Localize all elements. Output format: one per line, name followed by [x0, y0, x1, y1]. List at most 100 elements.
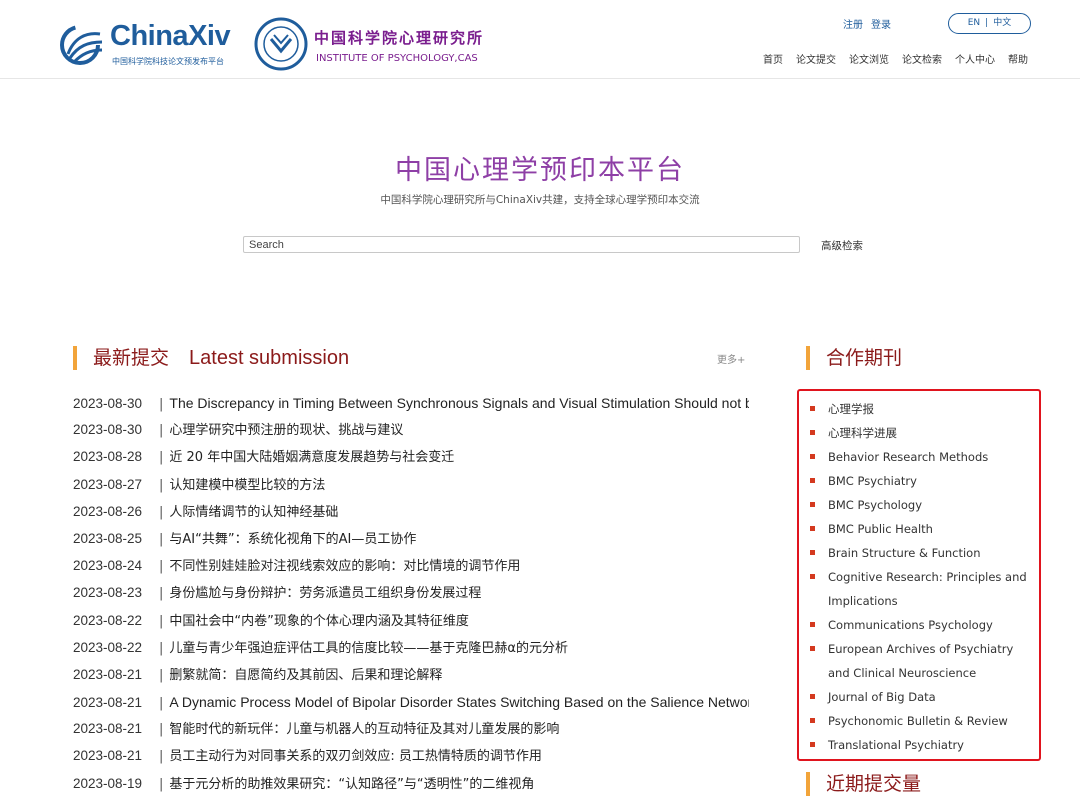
partner-journal-item[interactable]: Journal of Big Data — [808, 685, 1033, 709]
chinaxiv-wordmark: ChinaXiv — [110, 20, 231, 53]
search-input[interactable]: Search — [243, 236, 800, 253]
separator: | — [159, 531, 164, 547]
submission-date: 2023-08-21 — [73, 695, 143, 711]
register-link[interactable]: 注册 — [843, 20, 863, 31]
more-link[interactable]: 更多+ — [717, 351, 745, 366]
journal-name[interactable]: European Archives of Psychiatry and Clin… — [828, 642, 1013, 680]
list-item[interactable]: 2023-08-25 | 与AI“共舞”：系统化视角下的AI—员工协作 — [73, 530, 749, 557]
journal-name[interactable]: Translational Psychiatry — [828, 738, 964, 752]
list-item[interactable]: 2023-08-21 | 删繁就简：自愿简约及其前因、后果和理论解释 — [73, 666, 749, 693]
partner-journal-item[interactable]: BMC Psychology — [808, 493, 1033, 517]
nav-browse[interactable]: 论文浏览 — [849, 55, 889, 66]
partner-journal-item[interactable]: BMC Psychiatry — [808, 469, 1033, 493]
submission-title[interactable]: 身份尴尬与身份辩护：劳务派遣员工组织身份发展过程 — [169, 586, 481, 601]
separator: | — [159, 504, 164, 520]
submission-date: 2023-08-22 — [73, 639, 143, 655]
separator: | — [159, 559, 164, 575]
latest-title-cn: 最新提交 — [93, 347, 170, 369]
separator: | — [159, 613, 164, 629]
partner-journal-item[interactable]: Behavior Research Methods — [808, 445, 1033, 469]
journal-name[interactable]: Psychonomic Bulletin & Review — [828, 714, 1008, 728]
submission-date: 2023-08-24 — [73, 558, 143, 574]
partner-journal-item[interactable]: Brain Structure & Function — [808, 541, 1033, 565]
submission-title[interactable]: 与AI“共舞”：系统化视角下的AI—员工协作 — [169, 532, 416, 547]
journal-name[interactable]: BMC Public Health — [828, 522, 933, 536]
journal-name[interactable]: Brain Structure & Function — [828, 546, 981, 560]
submission-date: 2023-08-26 — [73, 503, 143, 519]
list-item[interactable]: 2023-08-27 | 认知建模中模型比较的方法 — [73, 476, 749, 503]
submission-title[interactable]: 认知建模中模型比较的方法 — [169, 478, 325, 493]
partner-journal-list: 心理学报 心理科学进展 Behavior Research Methods BM… — [808, 397, 1033, 757]
submission-date: 2023-08-22 — [73, 612, 143, 628]
submission-title[interactable]: 删繁就简：自愿简约及其前因、后果和理论解释 — [169, 668, 442, 683]
chinaxiv-logo[interactable]: ChinaXiv 中国科学院科技论文预发布平台 — [60, 20, 240, 70]
list-item[interactable]: 2023-08-30 | 心理学研究中预注册的现状、挑战与建议 — [73, 421, 749, 448]
partner-journals-heading: 合作期刊 — [806, 346, 902, 370]
institute-seal-icon — [254, 17, 308, 71]
submission-title[interactable]: 心理学研究中预注册的现状、挑战与建议 — [169, 423, 403, 438]
nav-search[interactable]: 论文检索 — [902, 55, 942, 66]
separator: | — [159, 667, 164, 683]
submission-title[interactable]: 中国社会中“内卷”现象的个体心理内涵及其特征维度 — [169, 614, 468, 629]
institute-name-cn: 中国科学院心理研究所 — [314, 29, 485, 47]
nav-home[interactable]: 首页 — [763, 55, 783, 66]
language-switch[interactable]: EN | 中文 — [948, 13, 1031, 34]
lang-separator: | — [985, 18, 989, 28]
nav-help[interactable]: 帮助 — [1008, 55, 1028, 66]
journal-name[interactable]: BMC Psychology — [828, 498, 922, 512]
lang-en-option[interactable]: EN — [968, 18, 980, 28]
lang-cn-option[interactable]: 中文 — [993, 18, 1011, 28]
chinaxiv-subtitle: 中国科学院科技论文预发布平台 — [112, 57, 224, 66]
institute-name-en: INSTITUTE OF PSYCHOLOGY,CAS — [316, 53, 478, 64]
submission-title[interactable]: 智能时代的新玩伴：儿童与机器人的互动特征及其对儿童发展的影响 — [169, 722, 559, 737]
institute-logo[interactable]: 中国科学院心理研究所 INSTITUTE OF PSYCHOLOGY,CAS — [254, 17, 494, 75]
partner-journals-box: 心理学报 心理科学进展 Behavior Research Methods BM… — [797, 389, 1041, 761]
partner-journal-item[interactable]: European Archives of Psychiatry and Clin… — [808, 637, 1033, 685]
list-item[interactable]: 2023-08-26 | 人际情绪调节的认知神经基础 — [73, 503, 749, 530]
submission-title[interactable]: The Discrepancy in Timing Between Synchr… — [169, 395, 749, 411]
list-item[interactable]: 2023-08-19 | 基于元分析的助推效果研究：“认知路径”与“透明性”的二维视… — [73, 775, 749, 802]
submission-title[interactable]: 近 20 年中国大陆婚姻满意度发展趋势与社会变迁 — [169, 450, 454, 465]
nav-user-center[interactable]: 个人中心 — [955, 55, 995, 66]
advanced-search-link[interactable]: 高级检索 — [821, 238, 863, 253]
partner-journal-item[interactable]: Communications Psychology — [808, 613, 1033, 637]
submission-title[interactable]: 儿童与青少年强迫症评估工具的信度比较——基于克隆巴赫α的元分析 — [169, 641, 568, 656]
journal-name[interactable]: Cognitive Research: Principles and Impli… — [828, 570, 1027, 608]
list-item[interactable]: 2023-08-30 | The Discrepancy in Timing Bet… — [73, 394, 749, 421]
journal-name[interactable]: Journal of Big Data — [828, 690, 936, 704]
journal-name[interactable]: Communications Psychology — [828, 618, 993, 632]
submission-date: 2023-08-21 — [73, 721, 143, 737]
partner-journal-item[interactable]: 心理学报 — [808, 397, 1033, 421]
submission-title[interactable]: A Dynamic Process Model of Bipolar Disor… — [169, 694, 749, 710]
list-item[interactable]: 2023-08-22 | 儿童与青少年强迫症评估工具的信度比较——基于克隆巴赫α的元… — [73, 639, 749, 666]
journal-name[interactable]: 心理科学进展 — [828, 426, 897, 440]
journal-name[interactable]: Behavior Research Methods — [828, 450, 988, 464]
nav-submit[interactable]: 论文提交 — [796, 55, 836, 66]
partner-journal-item[interactable]: 心理科学进展 — [808, 421, 1033, 445]
journal-name[interactable]: 心理学报 — [828, 402, 874, 416]
partner-journal-item[interactable]: Psychonomic Bulletin & Review — [808, 709, 1033, 733]
partner-journal-item[interactable]: BMC Public Health — [808, 517, 1033, 541]
journal-name[interactable]: BMC Psychiatry — [828, 474, 917, 488]
submission-title[interactable]: 不同性别娃娃脸对注视线索效应的影响：对比情境的调节作用 — [169, 559, 520, 574]
site-header: ChinaXiv 中国科学院科技论文预发布平台 中国科学院心理研究所 INSTI… — [0, 0, 1080, 79]
submission-list: 2023-08-30 | The Discrepancy in Timing Bet… — [73, 394, 749, 802]
list-item[interactable]: 2023-08-23 | 身份尴尬与身份辩护：劳务派遣员工组织身份发展过程 — [73, 584, 749, 611]
partner-journal-item[interactable]: Translational Psychiatry — [808, 733, 1033, 757]
list-item[interactable]: 2023-08-21 | A Dynamic Process Model of Bi… — [73, 693, 749, 720]
submission-title[interactable]: 人际情绪调节的认知神经基础 — [169, 505, 338, 520]
submission-date: 2023-08-21 — [73, 666, 143, 682]
list-item[interactable]: 2023-08-21 | 员工主动行为对同事关系的双刃剑效应: 员工热情特质的调节作… — [73, 747, 749, 774]
latest-title-en: Latest submission — [189, 347, 350, 369]
partner-journal-item[interactable]: Cognitive Research: Principles and Impli… — [808, 565, 1033, 613]
list-item[interactable]: 2023-08-22 | 中国社会中“内卷”现象的个体心理内涵及其特征维度 — [73, 612, 749, 639]
submission-title[interactable]: 员工主动行为对同事关系的双刃剑效应: 员工热情特质的调节作用 — [169, 749, 542, 764]
login-link[interactable]: 登录 — [871, 20, 891, 31]
list-item[interactable]: 2023-08-28 | 近 20 年中国大陆婚姻满意度发展趋势与社会变迁 — [73, 448, 749, 475]
list-item[interactable]: 2023-08-24 | 不同性别娃娃脸对注视线索效应的影响：对比情境的调节作用 — [73, 557, 749, 584]
page-title: 中国心理学预印本平台 — [395, 155, 685, 186]
list-item[interactable]: 2023-08-21 | 智能时代的新玩伴：儿童与机器人的互动特征及其对儿童发展的影… — [73, 720, 749, 747]
separator: | — [159, 640, 164, 656]
submission-date: 2023-08-30 — [73, 396, 143, 411]
submission-title[interactable]: 基于元分析的助推效果研究：“认知路径”与“透明性”的二维视角 — [169, 777, 534, 792]
